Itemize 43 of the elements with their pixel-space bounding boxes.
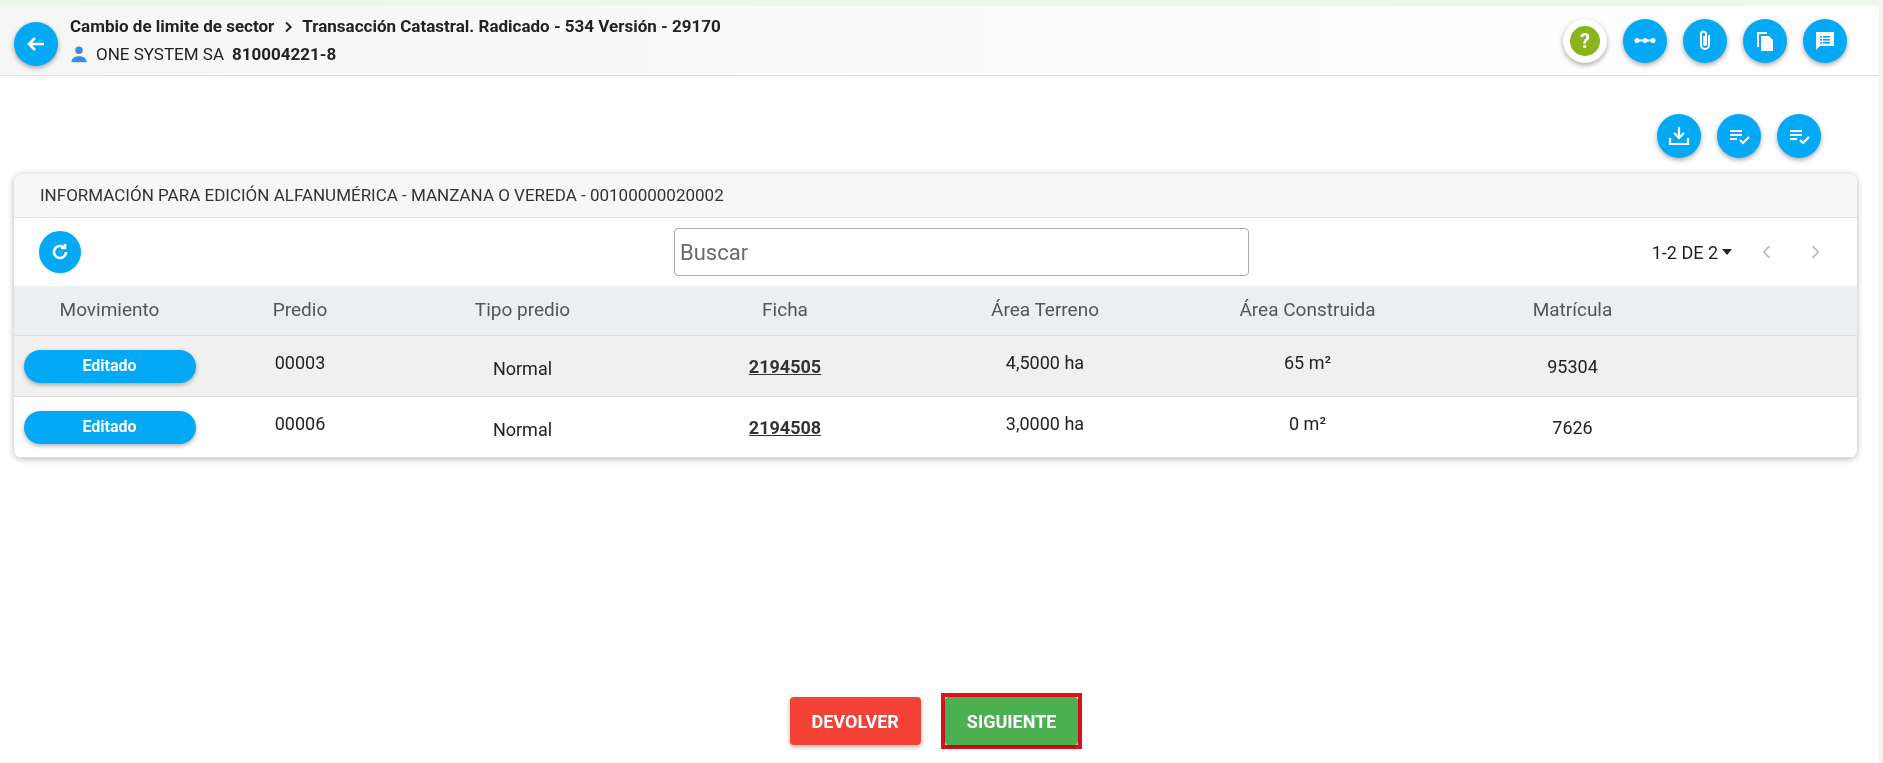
table-cell-text: 65 m² — [1283, 351, 1332, 375]
column-header: Predio — [272, 297, 328, 324]
ficha-link[interactable]: 2194508 — [748, 413, 822, 441]
download-button[interactable] — [1657, 114, 1701, 158]
attach-button[interactable] — [1683, 18, 1727, 63]
column-header: Matrícula — [1532, 297, 1613, 324]
search-field[interactable]: Buscar — [674, 228, 1249, 276]
card-title: INFORMACIÓN PARA EDICIÓN ALFANUMÉRICA - MANZANA O VEREDA - 00100000020002 — [40, 183, 724, 207]
download-icon — [1667, 124, 1691, 148]
status-pill: Editado — [23, 410, 196, 444]
column-header: Área Terreno — [991, 297, 1099, 324]
caret-icon — [1722, 249, 1732, 255]
table-cell-text: 3,0000 ha — [1005, 412, 1085, 436]
ficha-link[interactable]: 2194505 — [748, 352, 822, 380]
table-cell-text: 0 m² — [1289, 412, 1326, 436]
checklist-button[interactable] — [1777, 114, 1821, 158]
person-icon — [70, 45, 88, 64]
table-cell-text: 00006 — [274, 412, 326, 436]
owner-id: 810004221-8 — [232, 42, 337, 66]
help-icon: ? — [1570, 25, 1600, 56]
connected-dots-icon — [1633, 37, 1657, 44]
table-cell-text: 4,5000 ha — [1005, 351, 1085, 375]
status-pill: Editado — [23, 349, 196, 383]
pagination-dropdown[interactable]: 1-2 DE 2 — [1651, 238, 1732, 266]
flow-button[interactable] — [1623, 18, 1667, 63]
table-cell-text: 95304 — [1547, 354, 1598, 379]
table-cell-text: 7626 — [1552, 415, 1593, 440]
notes-button[interactable] — [1803, 18, 1847, 63]
breadcrumb-item[interactable]: Cambio de limite de sector — [70, 14, 275, 40]
return-button[interactable]: DEVOLVER — [789, 697, 921, 745]
table-cell-text: 00003 — [274, 351, 326, 375]
table-cell-text: Normal — [492, 356, 553, 381]
owner-name: ONE SYSTEM SA — [96, 42, 224, 66]
refresh-button[interactable] — [39, 231, 81, 273]
breadcrumb-item: Transacción Catastral. Radicado - 534 Versión - 29170 — [302, 15, 721, 38]
copy-button[interactable] — [1743, 18, 1787, 63]
column-header: Movimiento — [59, 297, 160, 324]
back-button[interactable] — [14, 21, 58, 66]
column-header: Ficha — [762, 297, 808, 324]
table-cell-text: Normal — [492, 417, 553, 442]
column-header: Tipo predio — [474, 297, 571, 324]
checklist-button[interactable] — [1717, 114, 1761, 158]
column-header: Área Construida — [1239, 297, 1376, 324]
